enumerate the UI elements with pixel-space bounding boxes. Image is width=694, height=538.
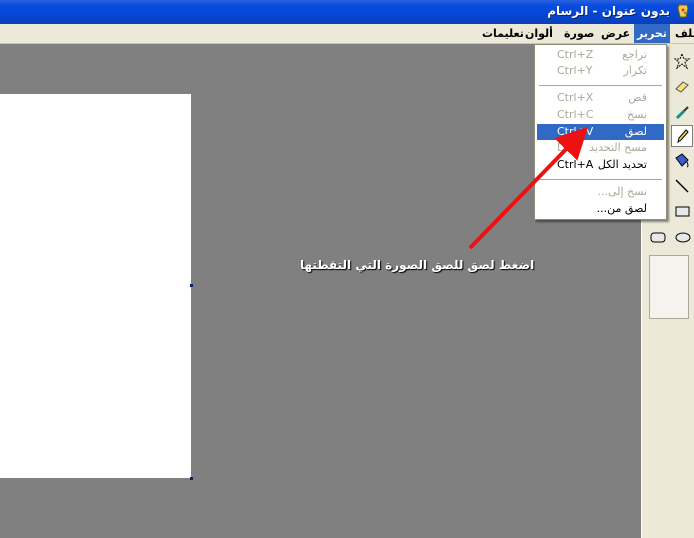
menu-item-copy[interactable]: نسخ Ctrl+C (537, 107, 664, 123)
menu-separator (539, 179, 662, 180)
rectangle-icon[interactable] (671, 200, 693, 222)
menu-separator (539, 85, 662, 86)
title-bar: بدون عنوان - الرسام (0, 0, 694, 24)
rounded-rectangle-icon[interactable] (647, 226, 669, 248)
menu-item-copy-to[interactable]: نسخ إلى... (537, 184, 664, 200)
menu-edit[interactable]: تحرير (634, 24, 670, 43)
annotation-text: اضغط لصق للصق الصورة التي التقطتها (300, 258, 535, 272)
canvas-resize-handle-corner[interactable] (190, 477, 193, 480)
menu-item-paste[interactable]: لصق Ctrl+V (537, 124, 664, 140)
pencil-icon[interactable] (671, 125, 693, 147)
menu-bar: ملف تحرير عرض صورة ألوان تعليمات (0, 24, 694, 44)
menu-item-repeat[interactable]: تكرار Ctrl+Y (537, 63, 664, 79)
menu-item-paste-from[interactable]: لصق من... (537, 201, 664, 217)
free-form-select-icon[interactable] (671, 50, 693, 72)
menu-view[interactable]: عرض (598, 24, 633, 43)
line-icon[interactable] (671, 175, 693, 197)
edit-menu-dropdown: تراجع Ctrl+Z تكرار Ctrl+Y قص Ctrl+X نسخ Ctrl… (534, 44, 667, 220)
menu-item-cut[interactable]: قص Ctrl+X (537, 90, 664, 106)
menu-file[interactable]: ملف (672, 24, 694, 43)
paint-app-icon[interactable] (676, 4, 690, 19)
menu-help[interactable]: تعليمات (479, 24, 527, 43)
drawing-canvas[interactable] (0, 94, 191, 478)
window-title: بدون عنوان - الرسام (547, 4, 670, 18)
menu-item-clear-selection[interactable]: مسح التحديد Del (537, 140, 664, 156)
fill-icon[interactable] (671, 150, 693, 172)
menu-item-select-all[interactable]: تحديد الكل Ctrl+A (537, 157, 664, 173)
menu-item-undo[interactable]: تراجع Ctrl+Z (537, 47, 664, 63)
ellipse-icon[interactable] (672, 226, 694, 248)
canvas-resize-handle-right[interactable] (190, 284, 193, 287)
menu-image[interactable]: صورة (561, 24, 597, 43)
menu-colors[interactable]: ألوان (522, 24, 556, 43)
pick-color-icon[interactable] (671, 101, 693, 123)
eraser-icon[interactable] (671, 75, 693, 97)
tool-options-box[interactable] (649, 255, 689, 319)
